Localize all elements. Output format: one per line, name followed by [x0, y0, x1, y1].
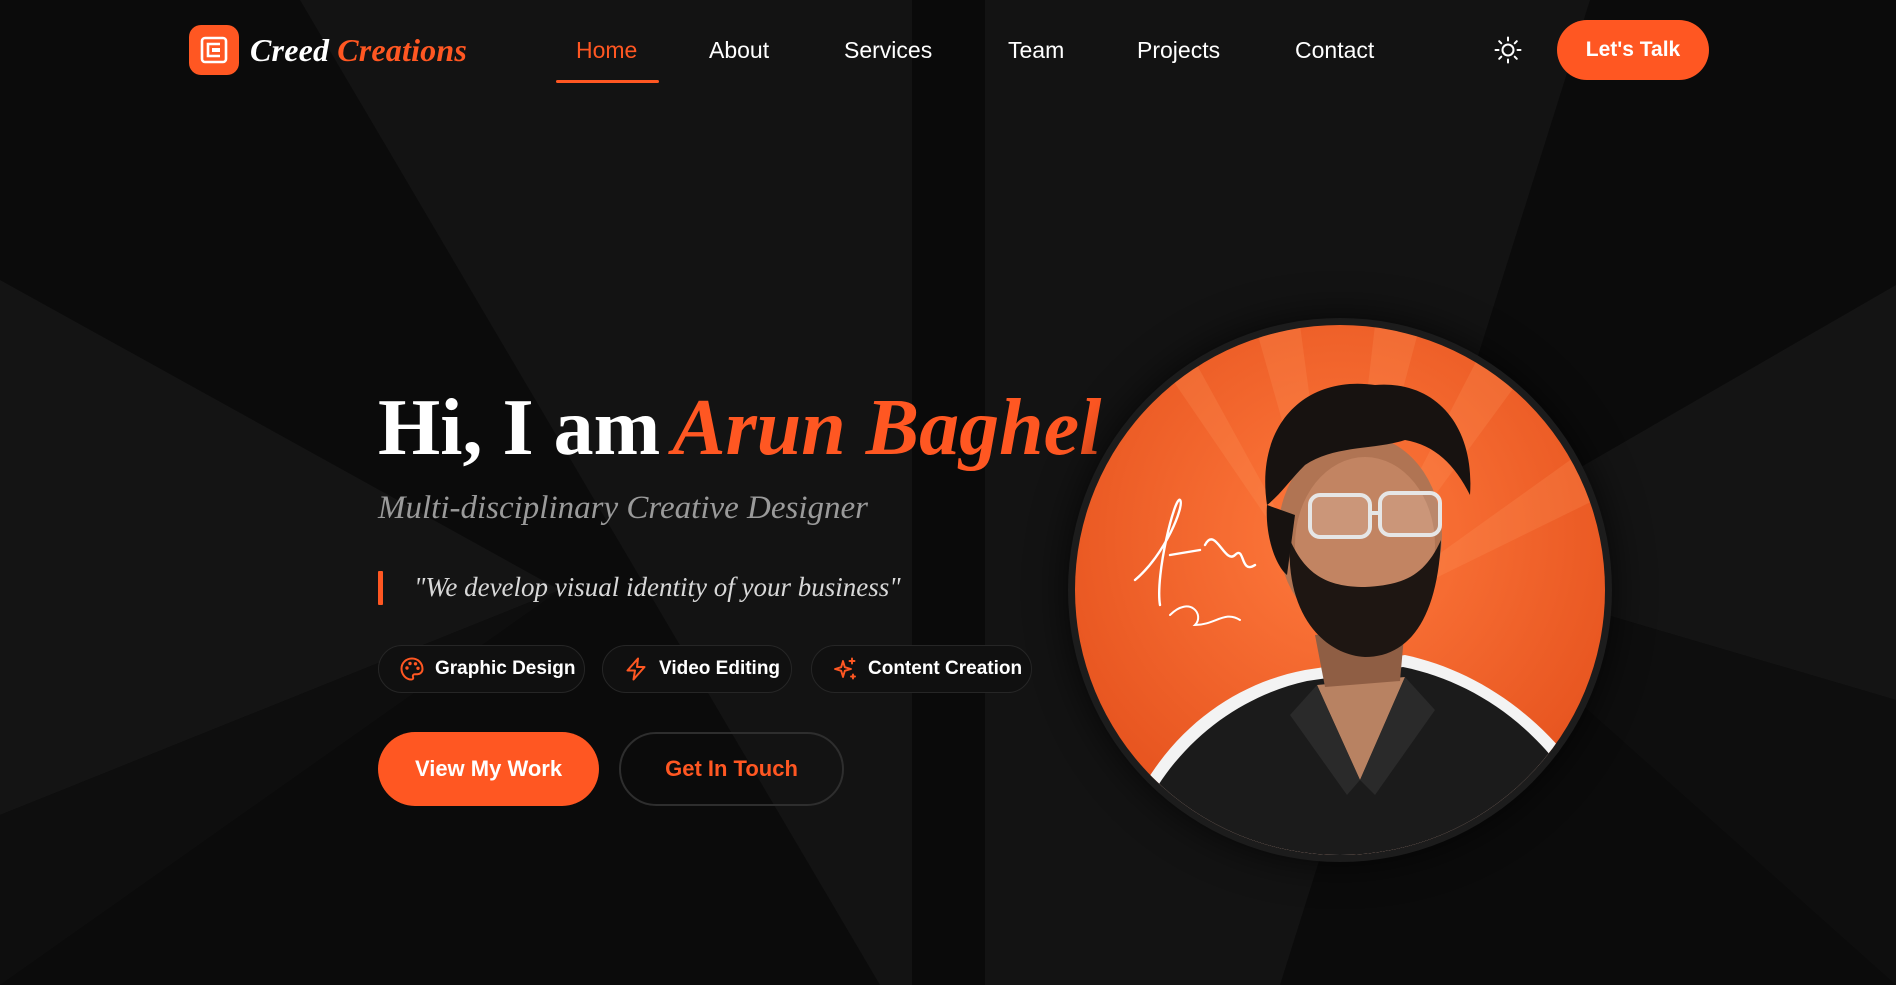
hero-greeting: Hi, I am	[378, 384, 661, 472]
chip-graphic-design[interactable]: Graphic Design	[378, 645, 585, 693]
nav-services[interactable]: Services	[844, 30, 932, 70]
chip-content-creation[interactable]: Content Creation	[811, 645, 1032, 693]
nav-projects[interactable]: Projects	[1137, 30, 1220, 70]
palette-icon	[399, 656, 425, 682]
chip-label: Video Editing	[659, 658, 781, 679]
hero-quote: "We develop visual identity of your busi…	[414, 572, 901, 602]
view-my-work-button[interactable]: View My Work	[378, 732, 599, 806]
nav-team[interactable]: Team	[1008, 30, 1064, 70]
brand-name: Creed Creations	[250, 32, 467, 69]
quote-accent-bar	[378, 571, 383, 605]
chip-label: Graphic Design	[435, 658, 576, 679]
brand-logo[interactable]: Creed Creations	[189, 25, 467, 75]
lightning-icon	[623, 656, 649, 682]
hero-heading: Hi, I am Arun Baghel	[378, 378, 1101, 478]
portrait-photo	[1075, 325, 1605, 855]
nav-home[interactable]: Home	[576, 30, 637, 70]
chip-video-editing[interactable]: Video Editing	[602, 645, 792, 693]
page: Creed Creations Home About Services Team …	[0, 0, 1896, 985]
brand-logo-icon	[189, 25, 239, 75]
sparkles-icon	[832, 656, 858, 682]
nav-active-indicator	[556, 80, 659, 83]
hero-subtitle: Multi-disciplinary Creative Designer	[378, 490, 869, 526]
brand-name-part2: Creations	[337, 31, 468, 68]
theme-toggle-button[interactable]	[1490, 32, 1526, 68]
nav-contact[interactable]: Contact	[1295, 30, 1374, 70]
nav-about[interactable]: About	[709, 30, 769, 70]
hero-name: Arun Baghel	[672, 384, 1102, 472]
get-in-touch-button[interactable]: Get In Touch	[619, 732, 844, 806]
chip-label: Content Creation	[868, 658, 1023, 679]
brand-name-part1: Creed	[250, 31, 330, 68]
sun-icon	[1494, 36, 1522, 64]
lets-talk-button[interactable]: Let's Talk	[1557, 20, 1709, 80]
